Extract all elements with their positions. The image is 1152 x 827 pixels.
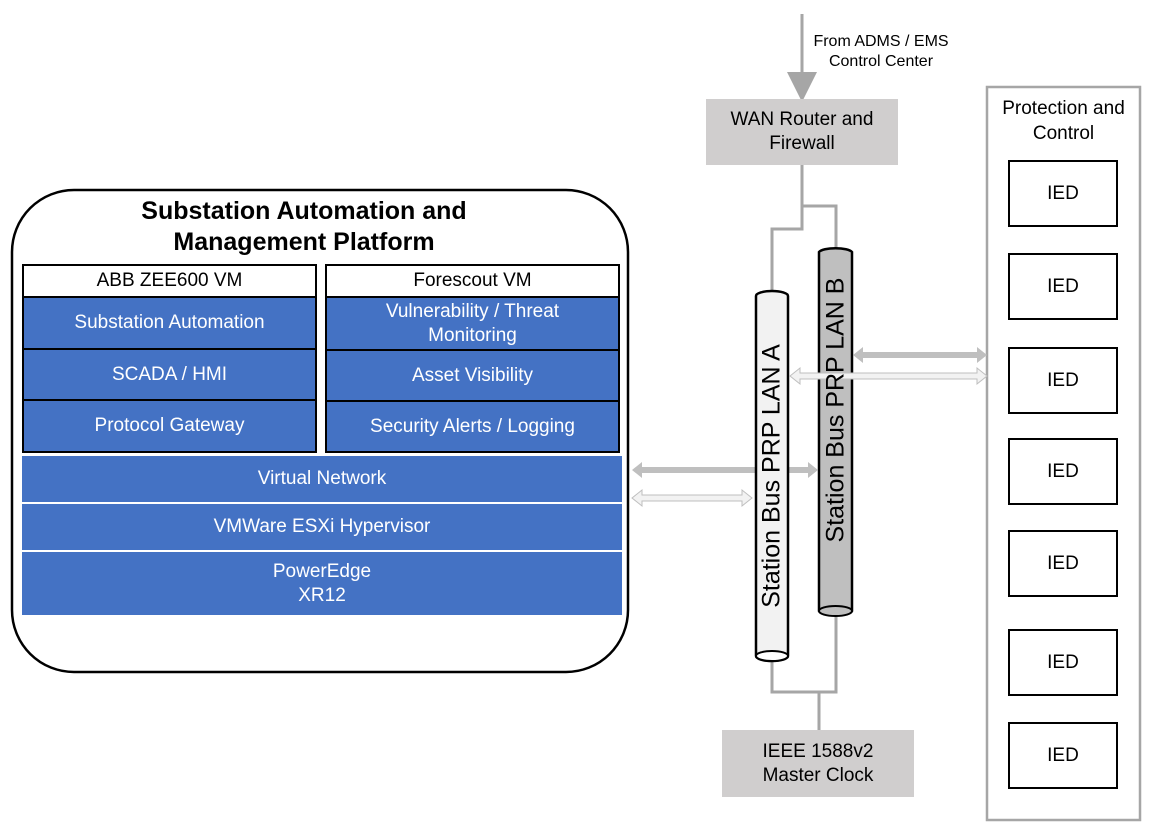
platform-title: Substation Automation and Management Pla… [12,196,596,258]
vm1-item: Substation Automation [22,296,317,350]
wan-line1: WAN Router and [730,109,874,130]
wan-router-box: WAN Router and Firewall [706,99,898,165]
upstream-label-line2: Control Center [828,53,934,70]
clock-line1: IEEE 1588v2 [762,740,874,762]
hardware-line2: XR12 [298,584,346,606]
lan-ied-arrow-solid [853,347,987,363]
platform-title-line1: Substation Automation and [141,197,467,225]
vm1-item: SCADA / HMI [22,348,317,401]
platform-lan-arrow-hollow [631,488,753,508]
protection-title-line1: Protection and [1002,98,1125,119]
upstream-label-line1: From ADMS / EMS [813,33,949,50]
hardware-line1: PowerEdge [272,560,372,582]
protection-title: Protection and Control [987,96,1140,146]
hardware-layer: PowerEdge XR12 [22,552,622,615]
vm2-item: Vulnerability / Threat Monitoring [325,296,620,351]
ied-box: IED [1008,629,1118,696]
protection-title-line2: Control [1032,123,1095,144]
ied-box: IED [1008,722,1118,789]
wan-to-lan-a-line [770,206,804,294]
vm1-item: Protocol Gateway [22,399,317,453]
ied-box: IED [1008,530,1118,597]
platform-lan-arrow-solid [632,462,818,478]
vm2-header: Forescout VM [325,264,620,298]
lan-a-label: Station Bus PRP LAN A [757,344,786,608]
virtual-network-layer: Virtual Network [22,456,622,502]
master-clock-box: IEEE 1588v2 Master Clock [722,730,914,797]
platform-title-line2: Management Platform [173,228,435,256]
network-diagram: From ADMS / EMS Control Center WAN Route… [0,0,1152,827]
vm2-item: Security Alerts / Logging [325,400,620,453]
ied-box: IED [1008,160,1118,227]
clock-line2: Master Clock [762,764,874,786]
hypervisor-layer: VMWare ESXi Hypervisor [22,504,622,550]
vm1-header: ABB ZEE600 VM [22,264,317,298]
vm2-item: Asset Visibility [325,349,620,402]
wan-to-lan-b-line [800,165,838,250]
ied-box: IED [1008,438,1118,505]
lan-b-label: Station Bus PRP LAN B [821,277,850,543]
wan-line2: Firewall [769,133,835,154]
ied-box: IED [1008,253,1118,320]
ied-box: IED [1008,347,1118,414]
upstream-label: From ADMS / EMS Control Center [800,32,962,72]
